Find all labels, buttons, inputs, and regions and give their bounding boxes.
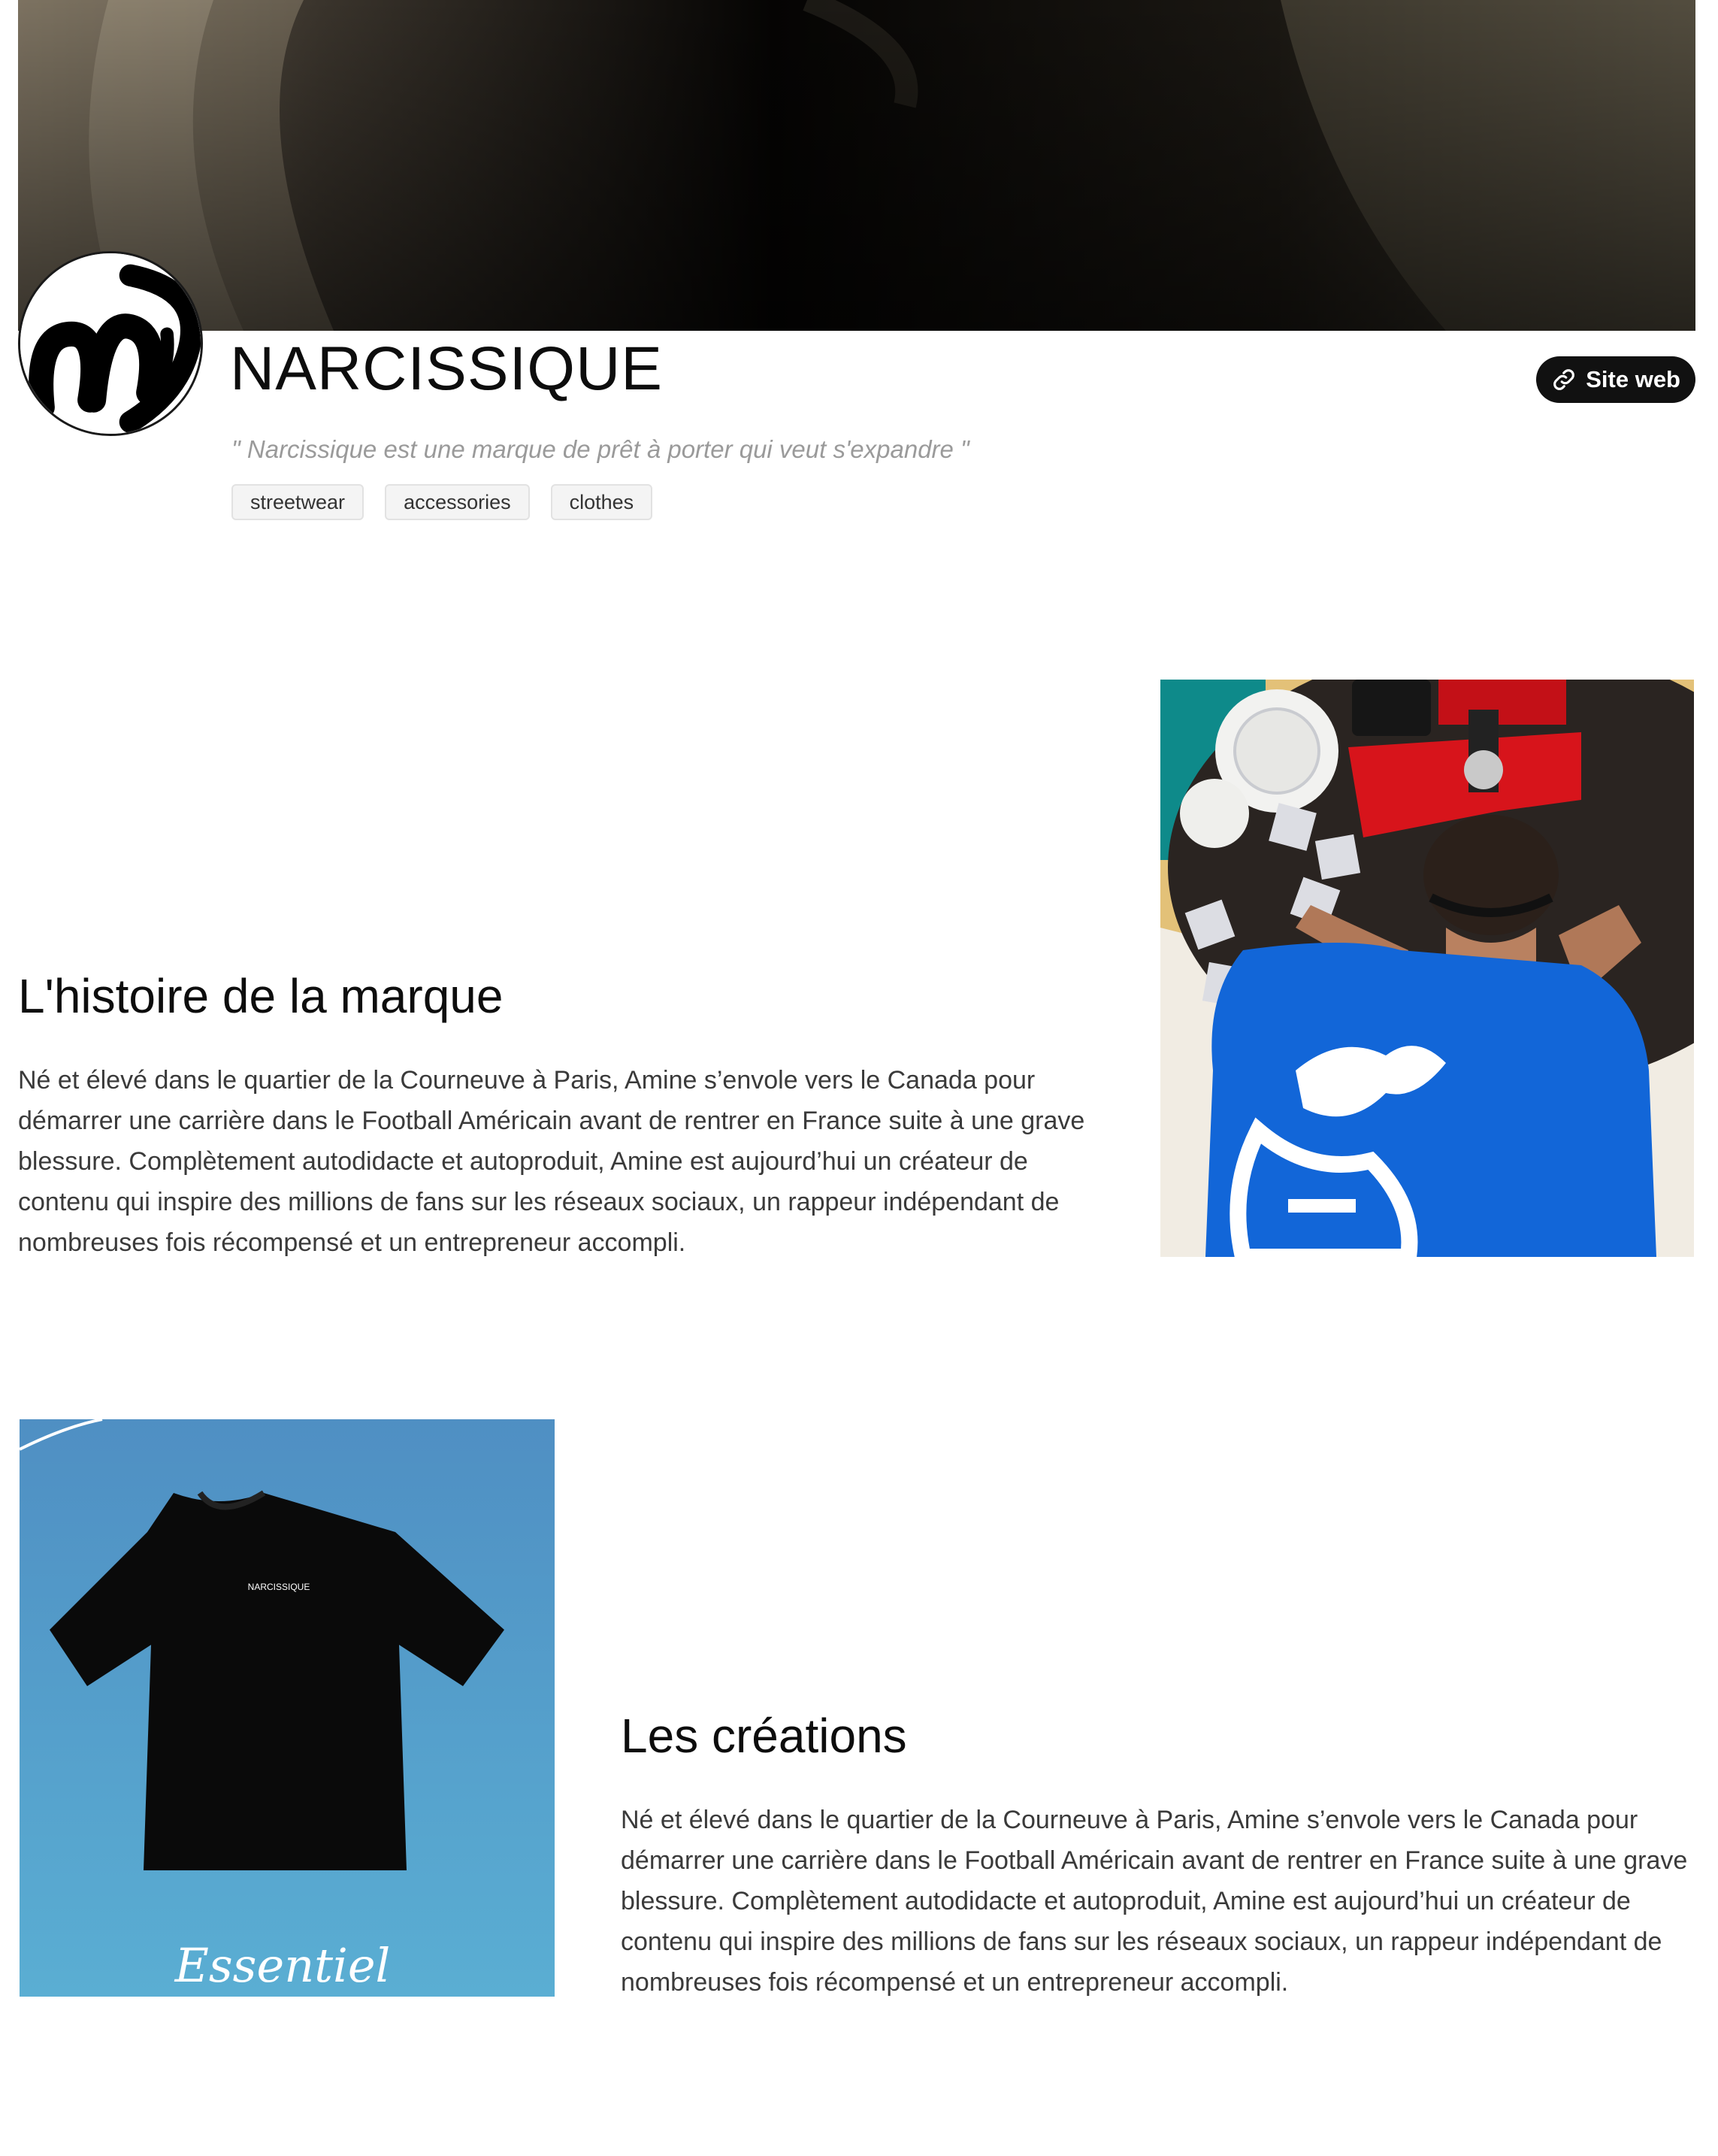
creations-section-text: Né et élevé dans le quartier de la Courn…	[621, 1806, 1688, 1997]
hero-banner-image	[18, 0, 1695, 331]
brand-logo-icon	[20, 253, 201, 434]
website-button[interactable]: Site web	[1536, 356, 1695, 403]
tag-clothes[interactable]: clothes	[550, 484, 653, 520]
essentiel-script-text: Essentiel	[174, 1938, 391, 1993]
tshirt-print-text: NARCISSIQUE	[248, 1582, 310, 1592]
tag-list: streetwear accessories clothes	[231, 484, 653, 520]
creations-photo: NARCISSIQUE Essentiel	[20, 1419, 555, 1997]
creations-section-title: Les créations	[621, 1709, 907, 1763]
brand-avatar	[18, 251, 203, 436]
story-section-title: L'histoire de la marque	[18, 969, 504, 1023]
brand-tagline: " Narcissique est une marque de prêt à p…	[231, 435, 969, 463]
story-photo	[1160, 680, 1694, 1257]
tag-accessories[interactable]: accessories	[385, 484, 530, 520]
brand-name: NARCISSIQUE	[230, 335, 663, 403]
link-icon	[1551, 367, 1577, 392]
story-section-text: Né et élevé dans le quartier de la Courn…	[18, 1066, 1085, 1257]
website-button-label: Site web	[1586, 366, 1680, 392]
tag-streetwear[interactable]: streetwear	[231, 484, 364, 520]
